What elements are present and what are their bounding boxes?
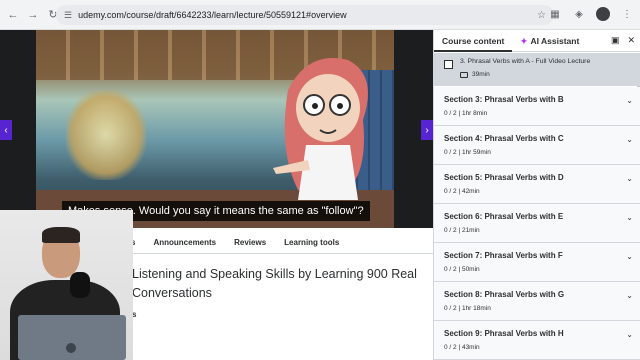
back-icon[interactable]: ← [6,8,20,22]
sparkle-icon: ✦ [520,35,528,46]
tab-learning-tools[interactable]: Learning tools [284,238,339,247]
section-meta: 0 / 2 | 1hr 59min [444,149,491,156]
section-title: Section 9: Phrasal Verbs with H [444,329,564,338]
url-text: udemy.com/course/draft/6642233/learn/lec… [78,10,347,20]
next-lecture-button[interactable]: › [421,120,433,140]
section-item[interactable]: Section 9: Phrasal Verbs with H 0 / 2 | 4… [434,321,640,360]
tab-reviews[interactable]: Reviews [234,238,266,247]
chevron-down-icon[interactable]: ⌄ [626,291,633,300]
lecture-title: 3. Phrasal Verbs with A - Full Video Lec… [460,58,591,65]
tab-course-content[interactable]: Course content [434,30,513,52]
lecture-checkbox[interactable] [444,60,453,69]
classroom-window [66,90,146,180]
extensions-icon[interactable]: ▦ [548,7,562,21]
tab-announcements[interactable]: Announcements [153,238,216,247]
video-icon [460,71,468,78]
address-bar[interactable]: ☰ udemy.com/course/draft/6642233/learn/l… [56,5,554,25]
section-meta: 0 / 2 | 1hr 8min [444,110,488,117]
section-title: Section 5: Phrasal Verbs with D [444,173,564,182]
previous-lecture-button[interactable]: ‹ [0,120,12,140]
section-title: Section 3: Phrasal Verbs with B [444,95,564,104]
video-player[interactable]: ‹ › 🔈 ⚙ ⤢ ⤣ [0,30,433,228]
section-meta: 0 / 2 | 1hr 18min [444,305,491,312]
section-item[interactable]: Section 6: Phrasal Verbs with E 0 / 2 | 2… [434,204,640,243]
browser-toolbar: ← → ↻ ☰ udemy.com/course/draft/6642233/l… [0,0,640,30]
section-item[interactable]: Section 5: Phrasal Verbs with D 0 / 2 | 4… [434,165,640,204]
chevron-down-icon[interactable]: ⌄ [626,174,633,183]
chevron-down-icon[interactable]: ⌄ [626,330,633,339]
section-title: Section 8: Phrasal Verbs with G [444,290,565,299]
webcam-overlay [0,210,133,360]
lecture-video-frame [36,30,394,228]
section-meta: 0 / 2 | 43min [444,344,480,351]
section-item[interactable]: Section 4: Phrasal Verbs with C 0 / 2 | 1… [434,126,640,165]
section-item[interactable]: Section 7: Phrasal Verbs with F 0 / 2 | 5… [434,243,640,282]
chevron-down-icon[interactable]: ⌄ [626,135,633,144]
section-meta: 0 / 2 | 50min [444,266,480,273]
lecture-duration: 39min [472,71,490,78]
mic-icon[interactable]: ◈ [572,7,586,21]
laptop [18,315,126,360]
chevron-down-icon[interactable]: ⌄ [626,96,633,105]
site-info-icon[interactable]: ☰ [64,10,72,21]
section-title: Section 7: Phrasal Verbs with F [444,251,563,260]
chevron-down-icon[interactable]: ⌄ [626,213,633,222]
tab-ai-assistant[interactable]: ✦ AI Assistant [512,30,587,52]
chevron-down-icon[interactable]: ⌄ [626,252,633,261]
microphone [70,272,90,298]
course-title: Listening and Speaking Skills by Learnin… [132,267,417,300]
laptop-logo [66,343,76,353]
cartoon-teacher [273,58,368,200]
panel-icon[interactable]: ▣ [611,35,620,46]
bookmark-star-icon[interactable]: ☆ [537,10,546,21]
section-item[interactable]: Section 3: Phrasal Verbs with B 0 / 2 | 1… [434,87,640,126]
close-icon[interactable]: ✕ [627,35,635,46]
course-sidebar: Course content ✦ AI Assistant ▣ ✕ 3. Phra… [433,30,640,360]
profile-avatar[interactable] [596,7,610,21]
section-title: Section 4: Phrasal Verbs with C [444,134,564,143]
forward-icon[interactable]: → [26,8,40,22]
menu-icon[interactable]: ⋮ [620,7,634,21]
section-meta: 0 / 2 | 21min [444,227,480,234]
section-title: Section 6: Phrasal Verbs with E [444,212,564,221]
section-item[interactable]: Section 8: Phrasal Verbs with G 0 / 2 | 1… [434,282,640,321]
section-meta: 0 / 2 | 42min [444,188,480,195]
current-lecture-item[interactable]: 3. Phrasal Verbs with A - Full Video Lec… [434,53,640,86]
presenter-hair [42,227,80,243]
